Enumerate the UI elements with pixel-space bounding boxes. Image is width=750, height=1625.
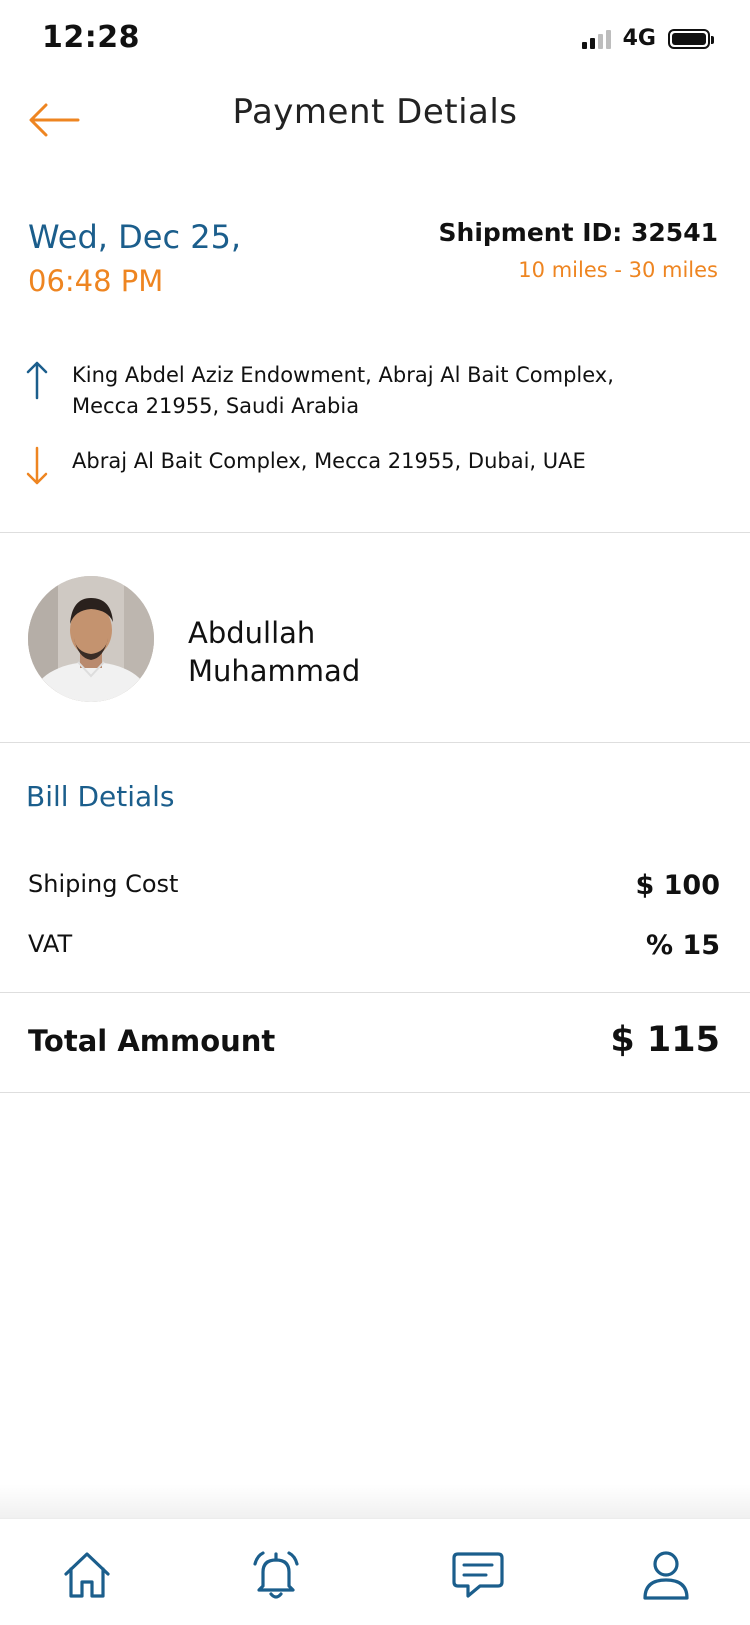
- bottom-nav-shadow: [0, 1484, 750, 1518]
- dropoff-address: Abraj Al Bait Complex, Mecca 21955, Duba…: [72, 449, 586, 473]
- divider: [0, 992, 750, 993]
- network-type: 4G: [622, 26, 656, 51]
- battery-icon: [668, 28, 714, 49]
- shipment-time: 06:48 PM: [28, 264, 164, 298]
- dropoff-row: Abraj Al Bait Complex, Mecca 21955, Duba…: [26, 446, 632, 486]
- arrow-down-icon: [26, 446, 48, 485]
- bill-title: Bill Detials: [26, 780, 175, 813]
- divider: [0, 1092, 750, 1093]
- profile-icon: [643, 1551, 689, 1600]
- arrow-up-icon: [26, 361, 48, 400]
- nav-profile[interactable]: [636, 1545, 696, 1605]
- divider: [0, 742, 750, 743]
- divider: [0, 532, 750, 533]
- pickup-row: King Abdel Aziz Endowment, Abraj Al Bait…: [26, 360, 632, 422]
- home-icon: [64, 1552, 110, 1598]
- shipment-date: Wed, Dec 25,: [28, 218, 242, 256]
- driver-name: Abdullah Muhammad: [188, 616, 361, 688]
- shipment-id: Shipment ID: 32541: [438, 218, 718, 247]
- signal-icon: [581, 29, 611, 49]
- total-value: $ 115: [610, 1020, 720, 1060]
- bell-icon: [253, 1551, 299, 1599]
- shipment-distance: 10 miles - 30 miles: [518, 258, 718, 282]
- nav-notifications[interactable]: [246, 1545, 306, 1605]
- avatar[interactable]: [28, 576, 154, 702]
- bottom-nav: [0, 1518, 750, 1625]
- chat-icon: [452, 1552, 504, 1598]
- shipping-cost-label: Shiping Cost: [28, 870, 179, 898]
- status-indicators: 4G: [581, 26, 714, 51]
- status-time: 12:28: [42, 20, 140, 55]
- driver-photo: [28, 576, 154, 702]
- vat-value: % 15: [645, 930, 720, 961]
- page-title: Payment Detials: [232, 92, 518, 132]
- vat-label: VAT: [28, 930, 73, 958]
- shipping-cost-value: $ 100: [635, 870, 720, 901]
- nav-messages[interactable]: [448, 1545, 508, 1605]
- nav-home[interactable]: [57, 1545, 117, 1605]
- total-label: Total Ammount: [28, 1024, 276, 1058]
- pickup-address: King Abdel Aziz Endowment, Abraj Al Bait…: [72, 363, 614, 418]
